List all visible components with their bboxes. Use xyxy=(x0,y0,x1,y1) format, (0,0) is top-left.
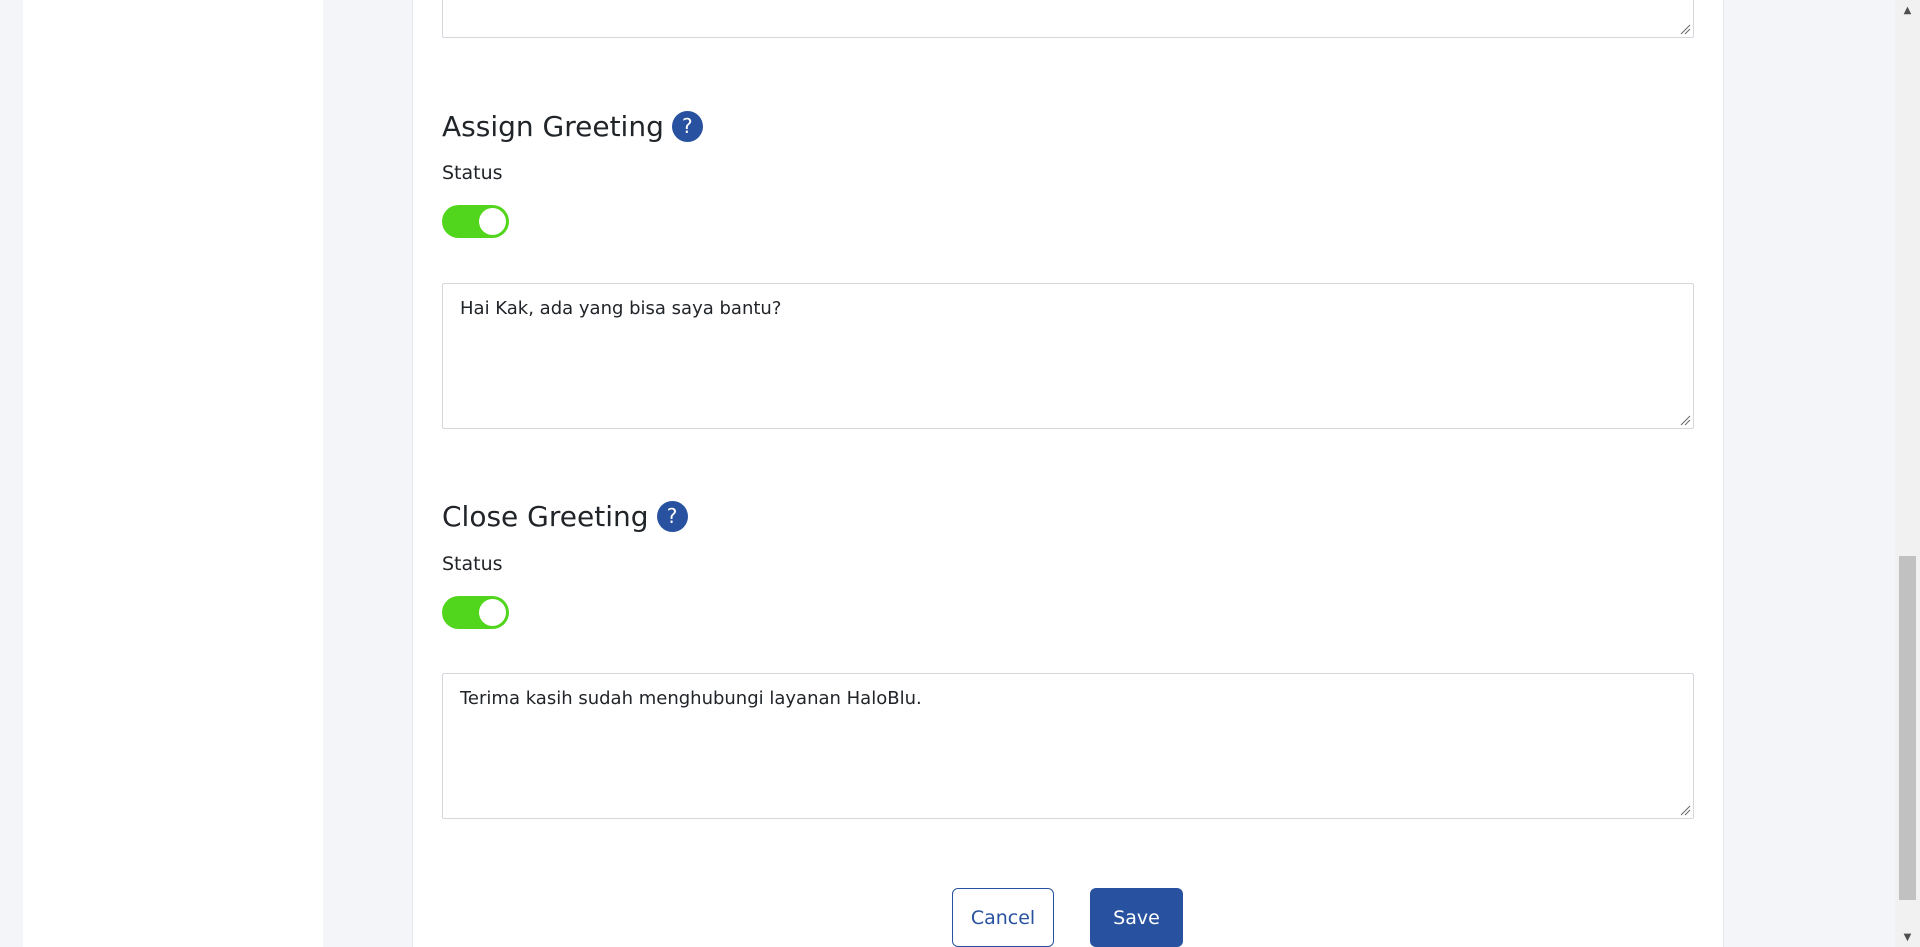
save-button[interactable]: Save xyxy=(1090,888,1183,947)
previous-message-textarea[interactable] xyxy=(442,0,1694,38)
resize-grip-icon[interactable] xyxy=(1679,23,1691,35)
sidebar xyxy=(23,0,323,947)
close-greeting-message-textarea[interactable]: Terima kasih sudah menghubungi layanan H… xyxy=(442,673,1694,819)
resize-grip-icon[interactable] xyxy=(1679,804,1691,816)
question-icon[interactable]: ? xyxy=(671,110,703,142)
vertical-scrollbar[interactable]: ▲ ▼ xyxy=(1895,0,1920,947)
assign-greeting-heading: Assign Greeting xyxy=(442,109,664,143)
toggle-knob xyxy=(479,208,506,235)
toggle-knob xyxy=(479,599,506,626)
close-greeting-status-label: Status xyxy=(442,553,503,575)
scroll-down-icon[interactable]: ▼ xyxy=(1895,927,1920,947)
scroll-thumb[interactable] xyxy=(1899,556,1916,900)
close-greeting-title: Close Greeting ? xyxy=(442,496,688,536)
close-greeting-status-toggle[interactable] xyxy=(442,596,509,629)
page-left-margin xyxy=(0,0,23,947)
scroll-up-icon[interactable]: ▲ xyxy=(1895,0,1920,20)
assign-greeting-title: Assign Greeting ? xyxy=(442,106,703,146)
close-greeting-heading: Close Greeting xyxy=(442,499,649,533)
close-greeting-message: Terima kasih sudah menghubungi layanan H… xyxy=(460,688,922,709)
assign-greeting-message: Hai Kak, ada yang bisa saya bantu? xyxy=(460,298,782,319)
resize-grip-icon[interactable] xyxy=(1679,414,1691,426)
assign-greeting-status-toggle[interactable] xyxy=(442,205,509,238)
question-icon[interactable]: ? xyxy=(656,500,688,532)
assign-greeting-status-label: Status xyxy=(442,162,503,184)
cancel-button[interactable]: Cancel xyxy=(952,888,1054,947)
assign-greeting-message-textarea[interactable]: Hai Kak, ada yang bisa saya bantu? xyxy=(442,283,1694,429)
